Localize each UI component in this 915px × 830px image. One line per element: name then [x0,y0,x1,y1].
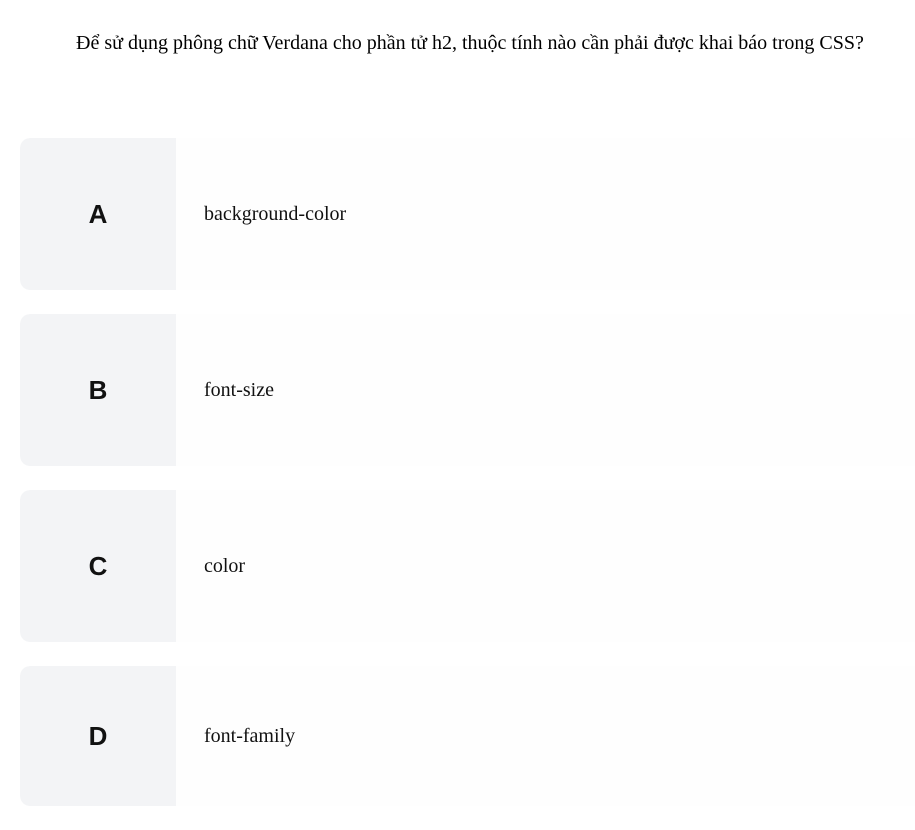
question-text: Để sử dụng phông chữ Verdana cho phần tử… [0,0,915,58]
option-text-box: font-size [176,314,915,466]
option-text-box: background-color [176,138,915,290]
option-text: font-family [204,725,295,748]
option-c[interactable]: C color [20,490,915,642]
option-letter-box: B [20,314,176,466]
option-b[interactable]: B font-size [20,314,915,466]
option-letter-box: A [20,138,176,290]
option-letter: B [89,375,108,406]
option-d[interactable]: D font-family [20,666,915,806]
option-letter: A [89,199,108,230]
option-letter-box: C [20,490,176,642]
option-text-box: font-family [176,666,915,806]
option-text: font-size [204,379,274,402]
option-letter-box: D [20,666,176,806]
option-text: background-color [204,203,346,226]
option-letter: D [89,721,108,752]
option-letter: C [89,551,108,582]
options-list: A background-color B font-size C color D… [0,138,915,806]
option-a[interactable]: A background-color [20,138,915,290]
option-text: color [204,555,245,578]
option-text-box: color [176,490,915,642]
